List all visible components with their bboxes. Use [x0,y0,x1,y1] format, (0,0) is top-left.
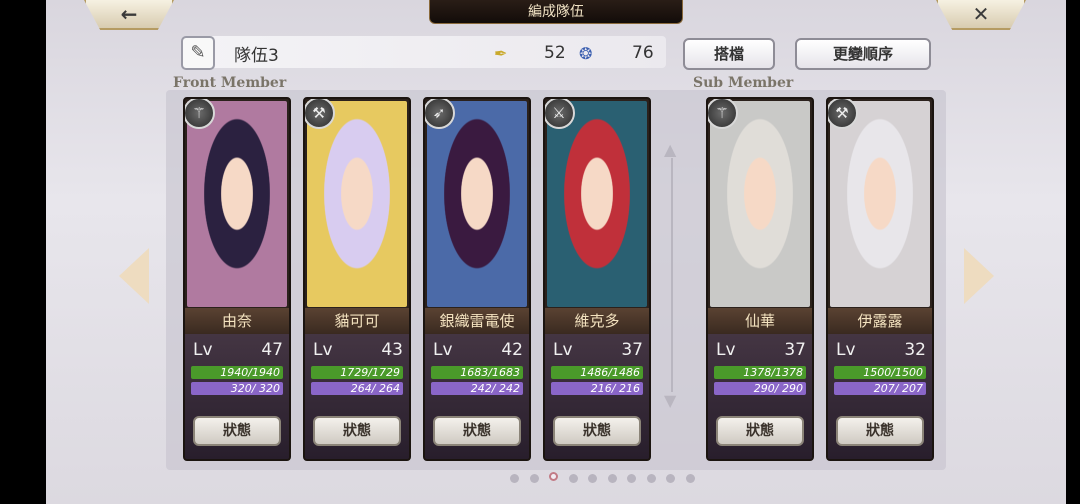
left-letterbox [0,0,46,504]
character-portrait [307,101,407,307]
level-value: 37 [621,340,643,360]
back-button[interactable]: ← [84,0,174,30]
character-portrait [830,101,930,307]
close-icon: ✕ [972,2,990,26]
page-dot[interactable] [646,474,656,483]
member-name: 維克多 [545,308,649,334]
swirl-value: 76 [632,43,654,63]
up-arrow-icon: ▲ [664,140,677,159]
mp-bar: 242/ 242 [431,382,523,395]
front-member-label: Front Member [173,75,287,91]
page-dot[interactable] [588,474,597,483]
member-name: 伊露露 [828,308,932,334]
mp-bar: 320/ 320 [191,382,283,395]
reorder-button[interactable]: 更變順序 [795,38,931,70]
status-button[interactable]: 狀態 [433,416,521,446]
character-portrait [427,101,527,307]
character-portrait [187,101,287,307]
right-letterbox [1066,0,1080,504]
sub-member-label: Sub Member [693,75,794,91]
member-card[interactable]: ⚔ 維克多 Lv 37 1486/1486 216/ 216 狀態 [543,97,651,461]
page-dot[interactable] [510,474,519,483]
page-dot[interactable] [549,472,558,481]
mp-bar: 207/ 207 [834,382,926,395]
status-button[interactable]: 狀態 [313,416,401,446]
partner-button[interactable]: 搭檔 [683,38,775,70]
close-button[interactable]: ✕ [936,0,1026,30]
status-button[interactable]: 狀態 [716,416,804,446]
hp-bar: 1486/1486 [551,366,643,379]
member-card[interactable]: ⚚ 仙華 Lv 37 1378/1378 290/ 290 狀態 [706,97,814,461]
member-stats: Lv 47 1940/1940 320/ 320 狀態 [185,334,289,459]
next-page-arrow-icon[interactable] [964,248,994,304]
staff-icon: ⚚ [185,99,215,129]
member-name: 仙華 [708,308,812,334]
member-stats: Lv 43 1729/1729 264/ 264 狀態 [305,334,409,459]
feather-value: 52 [544,43,566,63]
status-button[interactable]: 狀態 [836,416,924,446]
page-dot[interactable] [529,474,539,483]
page-dot[interactable] [607,474,617,483]
mp-bar: 216/ 216 [551,382,643,395]
hp-bar: 1500/1500 [834,366,926,379]
level-value: 32 [904,340,926,360]
feather-icon: ✒ [494,44,508,63]
member-card[interactable]: ⚒ 貓可可 Lv 43 1729/1729 264/ 264 狀態 [303,97,411,461]
level-label: Lv [433,340,453,360]
hp-bar: 1683/1683 [431,366,523,379]
member-stats: Lv 37 1378/1378 290/ 290 狀態 [708,334,812,459]
level-label: Lv [836,340,856,360]
mp-bar: 290/ 290 [714,382,806,395]
member-stats: Lv 42 1683/1683 242/ 242 狀態 [425,334,529,459]
axe-icon: ⚒ [305,99,335,129]
member-card[interactable]: ⚒ 伊露露 Lv 32 1500/1500 207/ 207 狀態 [826,97,934,461]
status-button[interactable]: 狀態 [193,416,281,446]
hp-bar: 1378/1378 [714,366,806,379]
team-name: 隊伍3 [234,46,279,66]
mp-bar: 264/ 264 [311,382,403,395]
hp-bar: 1940/1940 [191,366,283,379]
level-value: 47 [261,340,283,360]
member-name: 銀織雷電使 [425,308,529,334]
page-dot[interactable] [568,474,578,483]
team-formation-screen: ← 編成隊伍 ✕ ✎ 隊伍3 ✒ 52 ❂ 76 搭檔 更變順序 Front M… [46,0,1066,504]
pen-icon: ✎ [190,42,206,63]
character-portrait [710,101,810,307]
prev-page-arrow-icon[interactable] [119,248,149,304]
bow-icon: ➶ [425,99,455,129]
member-name: 由奈 [185,308,289,334]
down-arrow-icon: ▼ [664,391,677,410]
divider-line [671,158,673,392]
staff-icon: ⚚ [708,99,738,129]
level-value: 37 [784,340,806,360]
edit-team-name-button[interactable]: ✎ [181,36,215,70]
axe-icon: ⚒ [828,99,858,129]
member-stats: Lv 37 1486/1486 216/ 216 狀態 [545,334,649,459]
member-name: 貓可可 [305,308,409,334]
level-value: 42 [501,340,523,360]
back-arrow-icon: ← [120,2,138,26]
page-dot[interactable] [627,474,636,483]
character-portrait [547,101,647,307]
level-value: 43 [381,340,403,360]
status-button[interactable]: 狀態 [553,416,641,446]
level-label: Lv [193,340,213,360]
page-title: 編成隊伍 [429,0,683,24]
level-label: Lv [313,340,333,360]
hp-bar: 1729/1729 [311,366,403,379]
page-dot[interactable] [685,474,695,483]
member-card[interactable]: ⚚ 由奈 Lv 47 1940/1940 320/ 320 狀態 [183,97,291,461]
level-label: Lv [716,340,736,360]
member-card[interactable]: ➶ 銀織雷電使 Lv 42 1683/1683 242/ 242 狀態 [423,97,531,461]
level-label: Lv [553,340,573,360]
swirl-icon: ❂ [579,44,593,63]
page-dot[interactable] [666,474,675,483]
swap-divider[interactable]: ▲ ▼ [662,140,682,410]
member-stats: Lv 32 1500/1500 207/ 207 狀態 [828,334,932,459]
sword-icon: ⚔ [545,99,575,129]
